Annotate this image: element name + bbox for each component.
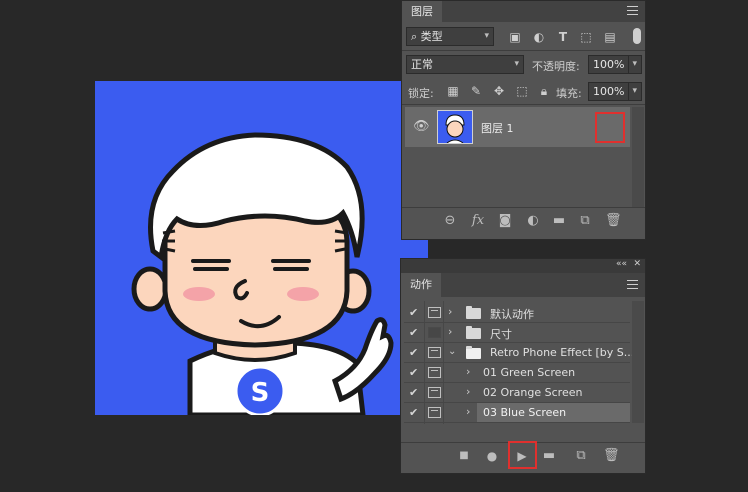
smart-object-filter-icon[interactable]: ▤ xyxy=(603,30,617,44)
action-row-selected[interactable]: ✔ › 03 Blue Screen xyxy=(404,403,630,423)
layers-bottom-bar: ⊖ fx ◙ ◐ ▬ ⧉ 🗑︎ xyxy=(402,207,645,235)
check-icon[interactable]: ✔ xyxy=(409,326,421,339)
shape-filter-icon[interactable]: ⬚ xyxy=(579,30,593,44)
new-layer-icon[interactable]: ⧉ xyxy=(578,214,592,228)
collapse-icon[interactable]: «« xyxy=(616,259,627,269)
badge-letter: S xyxy=(251,378,270,408)
actions-tabbar: 动作 xyxy=(401,273,645,297)
trash-icon[interactable]: 🗑︎ xyxy=(603,449,620,463)
chevron-right-icon[interactable]: › xyxy=(448,305,452,318)
filter-toggle-switch[interactable] xyxy=(633,28,641,44)
dialog-toggle-icon[interactable] xyxy=(428,367,441,378)
action-name: 03 Blue Screen xyxy=(483,406,567,419)
blend-mode-select[interactable]: 正常 ▾ xyxy=(406,55,524,74)
layers-scrollbar[interactable] xyxy=(632,107,644,207)
adjustment-layer-icon[interactable]: ◐ xyxy=(526,214,540,228)
layers-tabbar: 图层 xyxy=(402,1,645,22)
cartoon-illustration: S xyxy=(131,132,394,415)
filter-kind-label: 类型 xyxy=(420,30,443,43)
record-icon[interactable]: ● xyxy=(485,449,499,463)
check-icon[interactable]: ✔ xyxy=(409,406,421,419)
dialog-toggle-icon[interactable] xyxy=(428,327,441,338)
action-set-row[interactable]: ✔ › 默认动作 xyxy=(404,303,630,323)
new-set-icon[interactable]: ▬ xyxy=(542,449,556,463)
panel-menu-icon[interactable] xyxy=(627,6,638,16)
check-icon[interactable]: ✔ xyxy=(409,366,421,379)
action-name: 01 Green Screen xyxy=(483,366,576,379)
action-row[interactable]: ✔ › 01 Green Screen xyxy=(404,363,630,383)
filter-kind-select[interactable]: ⌕ 类型 ▾ xyxy=(406,27,494,46)
fx-icon[interactable]: fx xyxy=(471,214,485,228)
dialog-toggle-icon[interactable] xyxy=(428,407,441,418)
chevron-down-icon[interactable]: ⌄ xyxy=(448,346,456,357)
opacity-value: 100% xyxy=(593,58,625,71)
chevron-down-icon: ▾ xyxy=(484,31,489,41)
divider xyxy=(402,104,645,105)
folder-open-icon xyxy=(466,346,481,359)
dialog-toggle-icon[interactable] xyxy=(428,307,441,318)
lock-label: 锁定: xyxy=(408,87,434,100)
opacity-field[interactable]: 100% ▾ xyxy=(588,55,642,74)
layer-name[interactable]: 图层 1 xyxy=(481,120,514,136)
dialog-toggle-icon[interactable] xyxy=(428,387,441,398)
new-group-icon[interactable]: ▬ xyxy=(552,214,566,228)
action-set-row[interactable]: ✔ › 尺寸 xyxy=(404,323,630,343)
stop-icon[interactable]: ■ xyxy=(457,449,471,463)
action-name: 02 Orange Screen xyxy=(483,386,583,399)
lock-artboard-icon[interactable]: ⬚ xyxy=(515,84,529,98)
lock-position-icon[interactable]: ✥ xyxy=(492,84,506,98)
chevron-right-icon[interactable]: › xyxy=(466,365,470,378)
divider xyxy=(404,422,630,423)
trash-icon[interactable]: 🗑︎ xyxy=(605,214,622,228)
search-icon: ⌕ xyxy=(411,30,418,43)
type-filter-icon[interactable]: T xyxy=(556,30,570,44)
layer-thumbnail xyxy=(437,110,473,144)
chevron-right-icon[interactable]: › xyxy=(466,385,470,398)
chevron-down-icon: ▾ xyxy=(628,83,637,100)
chevron-right-icon[interactable]: › xyxy=(466,405,470,418)
action-set-name: 默认动作 xyxy=(490,308,534,321)
eye-icon[interactable]: 👁︎ xyxy=(413,120,430,134)
panel-menu-icon[interactable] xyxy=(627,280,638,290)
action-set-name: Retro Phone Effect [by S... xyxy=(490,346,635,359)
adjustment-filter-icon[interactable]: ◐ xyxy=(532,30,546,44)
tab-layers[interactable]: 图层 xyxy=(402,1,442,22)
fill-field[interactable]: 100% ▾ xyxy=(588,82,642,101)
blend-mode-value: 正常 xyxy=(411,58,433,71)
layer-thumbnail-image xyxy=(438,111,472,143)
actions-header: «« ✕ xyxy=(401,259,645,273)
new-action-icon[interactable]: ⧉ xyxy=(574,449,588,463)
layers-panel: 图层 ⌕ 类型 ▾ ▣ ◐ T ⬚ ▤ 正常 ▾ 不透明度: 100% ▾ 锁定… xyxy=(401,0,646,240)
lock-all-icon[interactable]: 🔒︎ xyxy=(537,84,551,98)
opacity-label: 不透明度: xyxy=(532,60,580,73)
action-set-row[interactable]: ✔ ⌄ Retro Phone Effect [by S... xyxy=(404,343,634,363)
lock-pixels-icon[interactable]: ✎ xyxy=(469,84,483,98)
check-icon[interactable]: ✔ xyxy=(409,306,421,319)
highlight-annotation xyxy=(595,112,625,143)
chevron-down-icon: ▾ xyxy=(628,56,637,73)
chevron-down-icon: ▾ xyxy=(514,59,519,69)
folder-icon xyxy=(466,326,481,339)
divider xyxy=(402,50,645,51)
chevron-right-icon[interactable]: › xyxy=(448,325,452,338)
pixel-filter-icon[interactable]: ▣ xyxy=(508,30,522,44)
highlight-annotation xyxy=(508,441,537,469)
actions-scrollbar[interactable] xyxy=(632,301,644,423)
check-icon[interactable]: ✔ xyxy=(409,386,421,399)
add-mask-icon[interactable]: ◙ xyxy=(498,214,512,228)
check-icon[interactable]: ✔ xyxy=(409,346,421,359)
lock-transparency-icon[interactable]: ▦ xyxy=(446,84,460,98)
folder-icon xyxy=(466,306,481,319)
actions-panel: «« ✕ 动作 ✔ › 默认动作 ✔ › 尺寸 ✔ ⌄ Retro Phone … xyxy=(400,258,646,474)
fill-label: 填充: xyxy=(556,87,582,100)
document-canvas[interactable]: S xyxy=(95,81,428,415)
fill-value: 100% xyxy=(593,85,625,98)
close-icon[interactable]: ✕ xyxy=(633,259,641,269)
tab-actions[interactable]: 动作 xyxy=(401,273,441,297)
action-set-name: 尺寸 xyxy=(490,328,512,341)
link-layers-icon[interactable]: ⊖ xyxy=(443,214,457,228)
dialog-toggle-icon[interactable] xyxy=(428,347,441,358)
action-row[interactable]: ✔ › 02 Orange Screen xyxy=(404,383,630,403)
